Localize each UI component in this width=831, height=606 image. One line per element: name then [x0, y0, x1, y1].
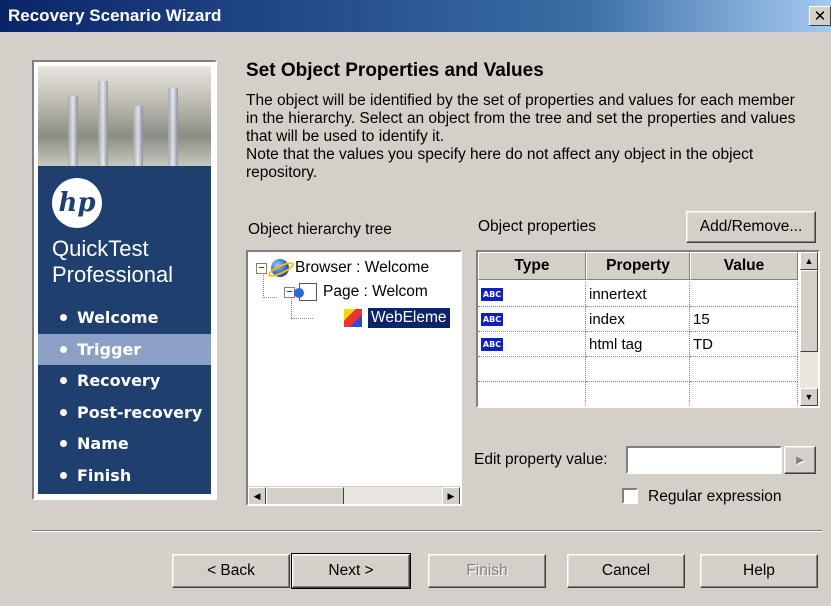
- title-bar: Recovery Scenario Wizard ✕: [0, 0, 831, 32]
- hp-logo-text: hp: [58, 188, 96, 218]
- column-header-property[interactable]: Property: [586, 252, 690, 280]
- grid-header: Type Property Value: [478, 252, 798, 280]
- scroll-thumb[interactable]: [266, 487, 344, 504]
- table-row[interactable]: ABC innertext: [478, 282, 798, 307]
- bullet-icon: [60, 408, 67, 416]
- next-button[interactable]: Next >: [291, 553, 411, 589]
- page-description: The object will be identified by the set…: [246, 92, 806, 182]
- tree-node-page[interactable]: − Page : Welcom: [284, 280, 428, 304]
- value-cell[interactable]: 15: [690, 307, 798, 332]
- property-cell[interactable]: html tag: [586, 332, 690, 357]
- bullet-icon: [60, 440, 67, 448]
- property-cell[interactable]: index: [586, 307, 690, 332]
- add-remove-button[interactable]: Add/Remove...: [686, 211, 816, 243]
- regular-expression-label[interactable]: Regular expression: [648, 488, 782, 506]
- value-cell[interactable]: TD: [690, 332, 798, 357]
- lab-photo: [38, 66, 211, 166]
- bullet-icon: [60, 471, 67, 479]
- step-name: Name: [38, 428, 211, 460]
- property-cell[interactable]: innertext: [586, 282, 690, 307]
- wizard-sidebar: hp QuickTest Professional Welcome Trigge…: [32, 60, 217, 500]
- scroll-right-button[interactable]: ▶: [442, 487, 460, 504]
- regular-expression-checkbox[interactable]: [622, 488, 638, 504]
- property-value-input[interactable]: [626, 446, 782, 474]
- description-note: Note that the values you specify here do…: [246, 146, 754, 181]
- tree-node-label: Page : Welcom: [323, 283, 428, 300]
- tree-node-label: WebEleme: [368, 308, 450, 328]
- table-row[interactable]: ABC html tag TD: [478, 332, 798, 357]
- table-row[interactable]: ABC index 15: [478, 307, 798, 332]
- scroll-thumb[interactable]: [800, 270, 818, 352]
- page-icon: [294, 283, 317, 301]
- arrow-left-icon: ◀: [253, 490, 261, 501]
- step-label: Name: [77, 434, 129, 454]
- tree-node-browser[interactable]: − Browser : Welcome: [256, 256, 429, 280]
- edit-value-button[interactable]: ▶: [784, 446, 816, 474]
- type-cell: ABC: [478, 282, 586, 307]
- type-cell: ABC: [478, 332, 586, 357]
- wizard-steps: Welcome Trigger Recovery Post-recovery N…: [38, 302, 211, 491]
- bullet-icon: [60, 377, 67, 385]
- product-name-line1: QuickTest: [52, 236, 149, 261]
- empty-row: [478, 382, 798, 406]
- grid-vertical-scrollbar[interactable]: ▲ ▼: [800, 252, 818, 406]
- scroll-left-button[interactable]: ◀: [248, 487, 266, 504]
- step-label: Post-recovery: [77, 402, 203, 422]
- step-label: Finish: [77, 465, 132, 485]
- hp-logo: hp: [52, 178, 102, 228]
- step-label: Welcome: [77, 308, 159, 328]
- bullet-icon: [60, 314, 67, 322]
- string-type-icon: ABC: [481, 312, 503, 326]
- edit-value-label: Edit property value:: [474, 451, 608, 468]
- page-title: Set Object Properties and Values: [246, 60, 544, 81]
- arrow-right-icon: ▶: [796, 454, 804, 466]
- product-name: QuickTest Professional: [52, 236, 173, 288]
- tree-horizontal-scrollbar[interactable]: ◀ ▶: [248, 486, 460, 504]
- column-header-value[interactable]: Value: [690, 252, 798, 280]
- arrow-down-icon: ▼: [804, 392, 814, 402]
- web-element-icon: [344, 309, 362, 327]
- close-button[interactable]: ✕: [809, 6, 831, 26]
- step-trigger: Trigger: [38, 333, 211, 365]
- step-welcome: Welcome: [38, 302, 211, 334]
- bullet-icon: [60, 345, 67, 353]
- tree-label: Object hierarchy tree: [248, 221, 392, 238]
- finish-button[interactable]: Finish: [428, 554, 546, 588]
- close-icon: ✕: [813, 7, 827, 25]
- string-type-icon: ABC: [481, 287, 503, 301]
- tree-node-label: Browser : Welcome: [295, 259, 430, 276]
- step-post-recovery: Post-recovery: [38, 397, 211, 429]
- scroll-up-button[interactable]: ▲: [800, 252, 818, 270]
- collapse-icon[interactable]: −: [256, 262, 267, 274]
- browser-icon: [271, 259, 289, 277]
- step-recovery: Recovery: [38, 365, 211, 397]
- arrow-right-icon: ▶: [447, 490, 455, 501]
- properties-grid[interactable]: Type Property Value ABC innertext ABC in…: [476, 250, 820, 408]
- separator: [32, 530, 822, 532]
- properties-label: Object properties: [478, 218, 597, 235]
- description-paragraph: The object will be identified by the set…: [246, 92, 796, 145]
- help-button[interactable]: Help: [700, 554, 818, 588]
- object-hierarchy-tree[interactable]: − Browser : Welcome − Page : Welcom WebE…: [246, 250, 462, 506]
- step-label: Trigger: [77, 339, 142, 359]
- back-button[interactable]: < Back: [172, 554, 290, 588]
- column-header-type[interactable]: Type: [478, 252, 586, 280]
- empty-row: [478, 357, 798, 382]
- string-type-icon: ABC: [481, 337, 503, 351]
- arrow-up-icon: ▲: [804, 256, 814, 266]
- cancel-button[interactable]: Cancel: [567, 554, 685, 588]
- scroll-down-button[interactable]: ▼: [800, 388, 818, 406]
- tree-node-web-element[interactable]: WebEleme: [344, 306, 450, 330]
- value-cell[interactable]: [690, 282, 798, 307]
- step-label: Recovery: [77, 371, 161, 391]
- step-finish: Finish: [38, 460, 211, 492]
- type-cell: ABC: [478, 307, 586, 332]
- window-title: Recovery Scenario Wizard: [8, 6, 222, 25]
- product-name-line2: Professional: [52, 262, 174, 287]
